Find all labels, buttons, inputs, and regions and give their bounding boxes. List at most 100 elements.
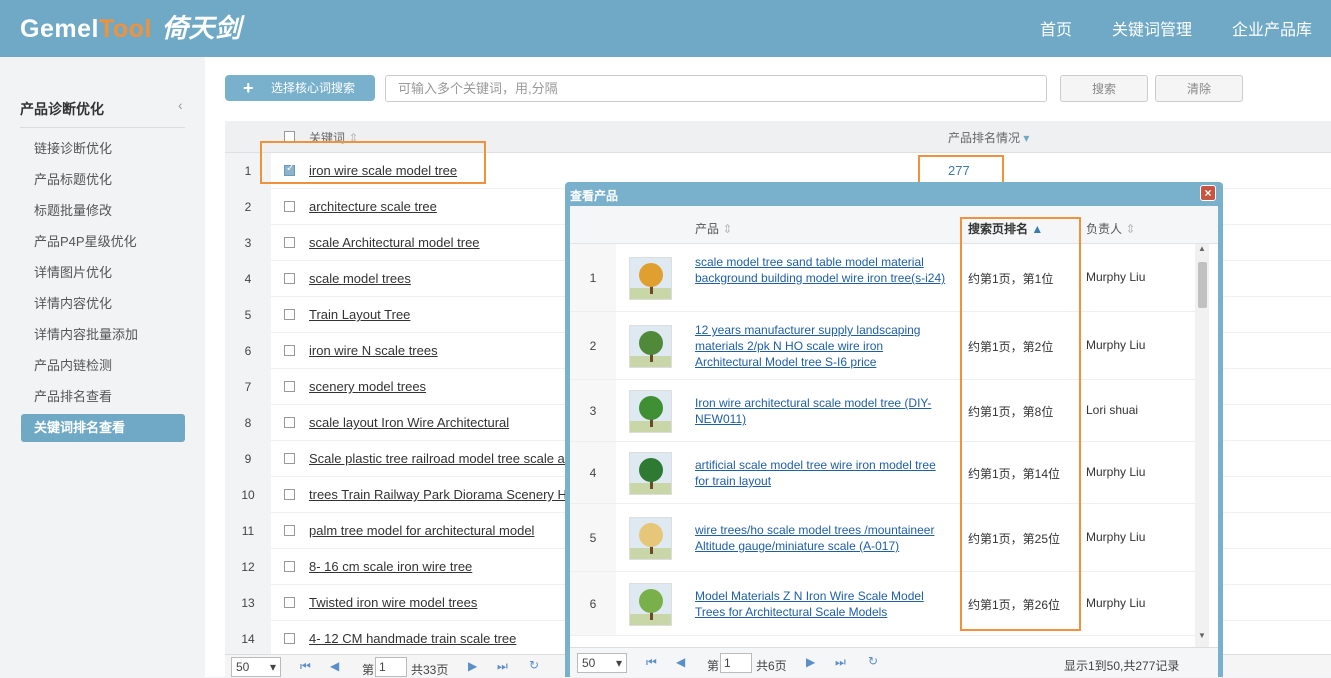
keyword-link[interactable]: trees Train Railway Park Diorama Scenery… <box>309 487 577 502</box>
dialog-row[interactable]: 1 scale model tree sand table model mater… <box>570 244 1195 312</box>
product-link[interactable]: Model Materials Z N Iron Wire Scale Mode… <box>695 588 950 620</box>
logo[interactable]: GemelTool 倚天剑 <box>20 8 241 45</box>
dialog-next-page-icon[interactable]: ▶ <box>806 655 815 669</box>
first-page-icon[interactable]: ⏮ <box>300 659 311 674</box>
dialog-row[interactable]: 3 Iron wire architectural scale model tre… <box>570 380 1195 442</box>
sidebar-item[interactable]: 产品标题优化 <box>21 166 185 194</box>
row-checkbox[interactable] <box>284 453 295 464</box>
highlight-box-search-rank <box>960 217 1081 631</box>
row-checkbox[interactable] <box>284 633 295 644</box>
page-input[interactable]: 1 <box>375 657 407 677</box>
sprig-tree-icon[interactable] <box>629 582 672 626</box>
dialog-row[interactable]: 2 12 years manufacturer supply landscapin… <box>570 312 1195 380</box>
close-icon[interactable]: × <box>1200 185 1216 201</box>
dialog-last-page-icon[interactable]: ⏭ <box>835 655 846 670</box>
scrollbar-thumb[interactable] <box>1198 262 1207 308</box>
row-checkbox[interactable] <box>284 417 295 428</box>
owner-name: Murphy Liu <box>1086 530 1146 544</box>
dialog-refresh-icon[interactable]: ↻ <box>868 654 878 668</box>
keyword-link[interactable]: iron wire N scale trees <box>309 343 438 358</box>
keyword-link[interactable]: architecture scale tree <box>309 199 437 214</box>
row-number: 4 <box>225 261 271 297</box>
dialog-row[interactable]: 4 artificial scale model tree wire iron m… <box>570 442 1195 504</box>
dialog-prev-page-icon[interactable]: ◀ <box>676 655 685 669</box>
select-core-keyword-button[interactable]: + 选择核心词搜索 <box>225 75 375 101</box>
keyword-link[interactable]: Twisted iron wire model trees <box>309 595 477 610</box>
row-checkbox[interactable] <box>284 489 295 500</box>
round-tree-icon[interactable] <box>629 324 672 368</box>
dialog-scrollbar[interactable]: ▲ ▼ <box>1195 244 1209 660</box>
row-checkbox[interactable] <box>284 525 295 536</box>
product-link[interactable]: wire trees/ho scale model trees /mountai… <box>695 522 950 554</box>
owner-name: Murphy Liu <box>1086 465 1146 479</box>
dialog-row-number: 4 <box>570 442 616 503</box>
sidebar-item[interactable]: 产品P4P星级优化 <box>21 228 185 256</box>
page-label: 第 <box>362 663 375 677</box>
dialog-pager: 50 ▾ ⏮ ◀ 第 1 共6页 ▶ ⏭ ↻ 显示1到50,共277记录 <box>570 647 1218 677</box>
dialog-first-page-icon[interactable]: ⏮ <box>646 655 657 670</box>
row-checkbox[interactable] <box>284 237 295 248</box>
product-link[interactable]: 12 years manufacturer supply landscaping… <box>695 322 950 370</box>
dialog-page-input[interactable]: 1 <box>720 653 752 673</box>
dialog-body: 产品 ⇕ 搜索页排名 ▲ 负责人 ⇕ 1 scale model tree san… <box>570 206 1218 677</box>
product-link[interactable]: Iron wire architectural scale model tree… <box>695 395 950 427</box>
col-rank-header[interactable]: 产品排名情况 ▾ <box>948 129 1029 146</box>
autumn-tree-icon[interactable] <box>629 256 672 300</box>
owner-name: Murphy Liu <box>1086 596 1146 610</box>
leafy-tree-icon[interactable] <box>629 389 672 433</box>
row-number: 12 <box>225 549 271 585</box>
clear-button[interactable]: 清除 <box>1155 75 1243 102</box>
sidebar-item[interactable]: 详情内容批量添加 <box>21 321 185 349</box>
page-total: 共33页 <box>411 663 449 677</box>
dialog-page-label: 第 <box>707 659 720 673</box>
page-size-select[interactable]: 50 ▾ <box>231 657 281 677</box>
dialog-row-number: 5 <box>570 504 616 571</box>
product-link[interactable]: artificial scale model tree wire iron mo… <box>695 457 950 489</box>
row-number: 8 <box>225 405 271 441</box>
row-checkbox[interactable] <box>284 309 295 320</box>
dialog-page-size-select[interactable]: 50 ▾ <box>577 653 627 673</box>
collapse-icon[interactable]: ‹ <box>178 97 183 113</box>
keyword-link[interactable]: scale layout Iron Wire Architectural <box>309 415 509 430</box>
next-page-icon[interactable]: ▶ <box>468 659 477 673</box>
row-checkbox[interactable] <box>284 345 295 356</box>
col-owner-header[interactable]: 负责人 ⇕ <box>1086 220 1135 237</box>
refresh-icon[interactable]: ↻ <box>529 658 539 672</box>
last-page-icon[interactable]: ⏭ <box>497 659 508 674</box>
keyword-link[interactable]: 8- 16 cm scale iron wire tree <box>309 559 472 574</box>
keyword-link[interactable]: scale Architectural model tree <box>309 235 480 250</box>
dialog-row[interactable]: 6 Model Materials Z N Iron Wire Scale Mod… <box>570 572 1195 636</box>
keyword-link[interactable]: Scale plastic tree railroad model tree s… <box>309 451 569 466</box>
row-number: 14 <box>225 621 271 657</box>
row-checkbox[interactable] <box>284 201 295 212</box>
keyword-link[interactable]: scale model trees <box>309 271 411 286</box>
keyword-search-input[interactable]: 可输入多个关键词，用,分隔 <box>385 75 1047 102</box>
sidebar-item[interactable]: 关键词排名查看 <box>21 414 185 442</box>
pine-tree-icon[interactable] <box>629 451 672 495</box>
sidebar-item[interactable]: 链接诊断优化 <box>21 135 185 163</box>
keyword-link[interactable]: 4- 12 CM handmade train scale tree <box>309 631 516 646</box>
product-link[interactable]: scale model tree sand table model materi… <box>695 254 950 286</box>
sidebar-item[interactable]: 详情内容优化 <box>21 290 185 318</box>
sidebar-item[interactable]: 标题批量修改 <box>21 197 185 225</box>
sidebar-item[interactable]: 产品内链检测 <box>21 352 185 380</box>
nav-keyword-management[interactable]: 关键词管理 <box>1112 16 1192 40</box>
row-checkbox[interactable] <box>284 561 295 572</box>
row-checkbox[interactable] <box>284 597 295 608</box>
row-checkbox[interactable] <box>284 381 295 392</box>
sidebar: 产品诊断优化 ‹ 链接诊断优化 产品标题优化 标题批量修改 产品P4P星级优化 详情图片… <box>0 57 205 677</box>
dialog-row[interactable]: 5 wire trees/ho scale model trees /mounta… <box>570 504 1195 572</box>
col-product-header[interactable]: 产品 ⇕ <box>695 220 732 237</box>
blossom-tree-icon[interactable] <box>629 516 672 560</box>
dialog-record-summary: 显示1到50,共277记录 <box>1064 659 1180 673</box>
search-button[interactable]: 搜索 <box>1060 75 1148 102</box>
nav-product-library[interactable]: 企业产品库 <box>1232 16 1312 40</box>
keyword-link[interactable]: scenery model trees <box>309 379 426 394</box>
sidebar-item[interactable]: 详情图片优化 <box>21 259 185 287</box>
sidebar-item[interactable]: 产品排名查看 <box>21 383 185 411</box>
row-checkbox[interactable] <box>284 273 295 284</box>
keyword-link[interactable]: Train Layout Tree <box>309 307 410 322</box>
keyword-link[interactable]: palm tree model for architectural model <box>309 523 534 538</box>
nav-home[interactable]: 首页 <box>1040 16 1072 40</box>
prev-page-icon[interactable]: ◀ <box>330 659 339 673</box>
